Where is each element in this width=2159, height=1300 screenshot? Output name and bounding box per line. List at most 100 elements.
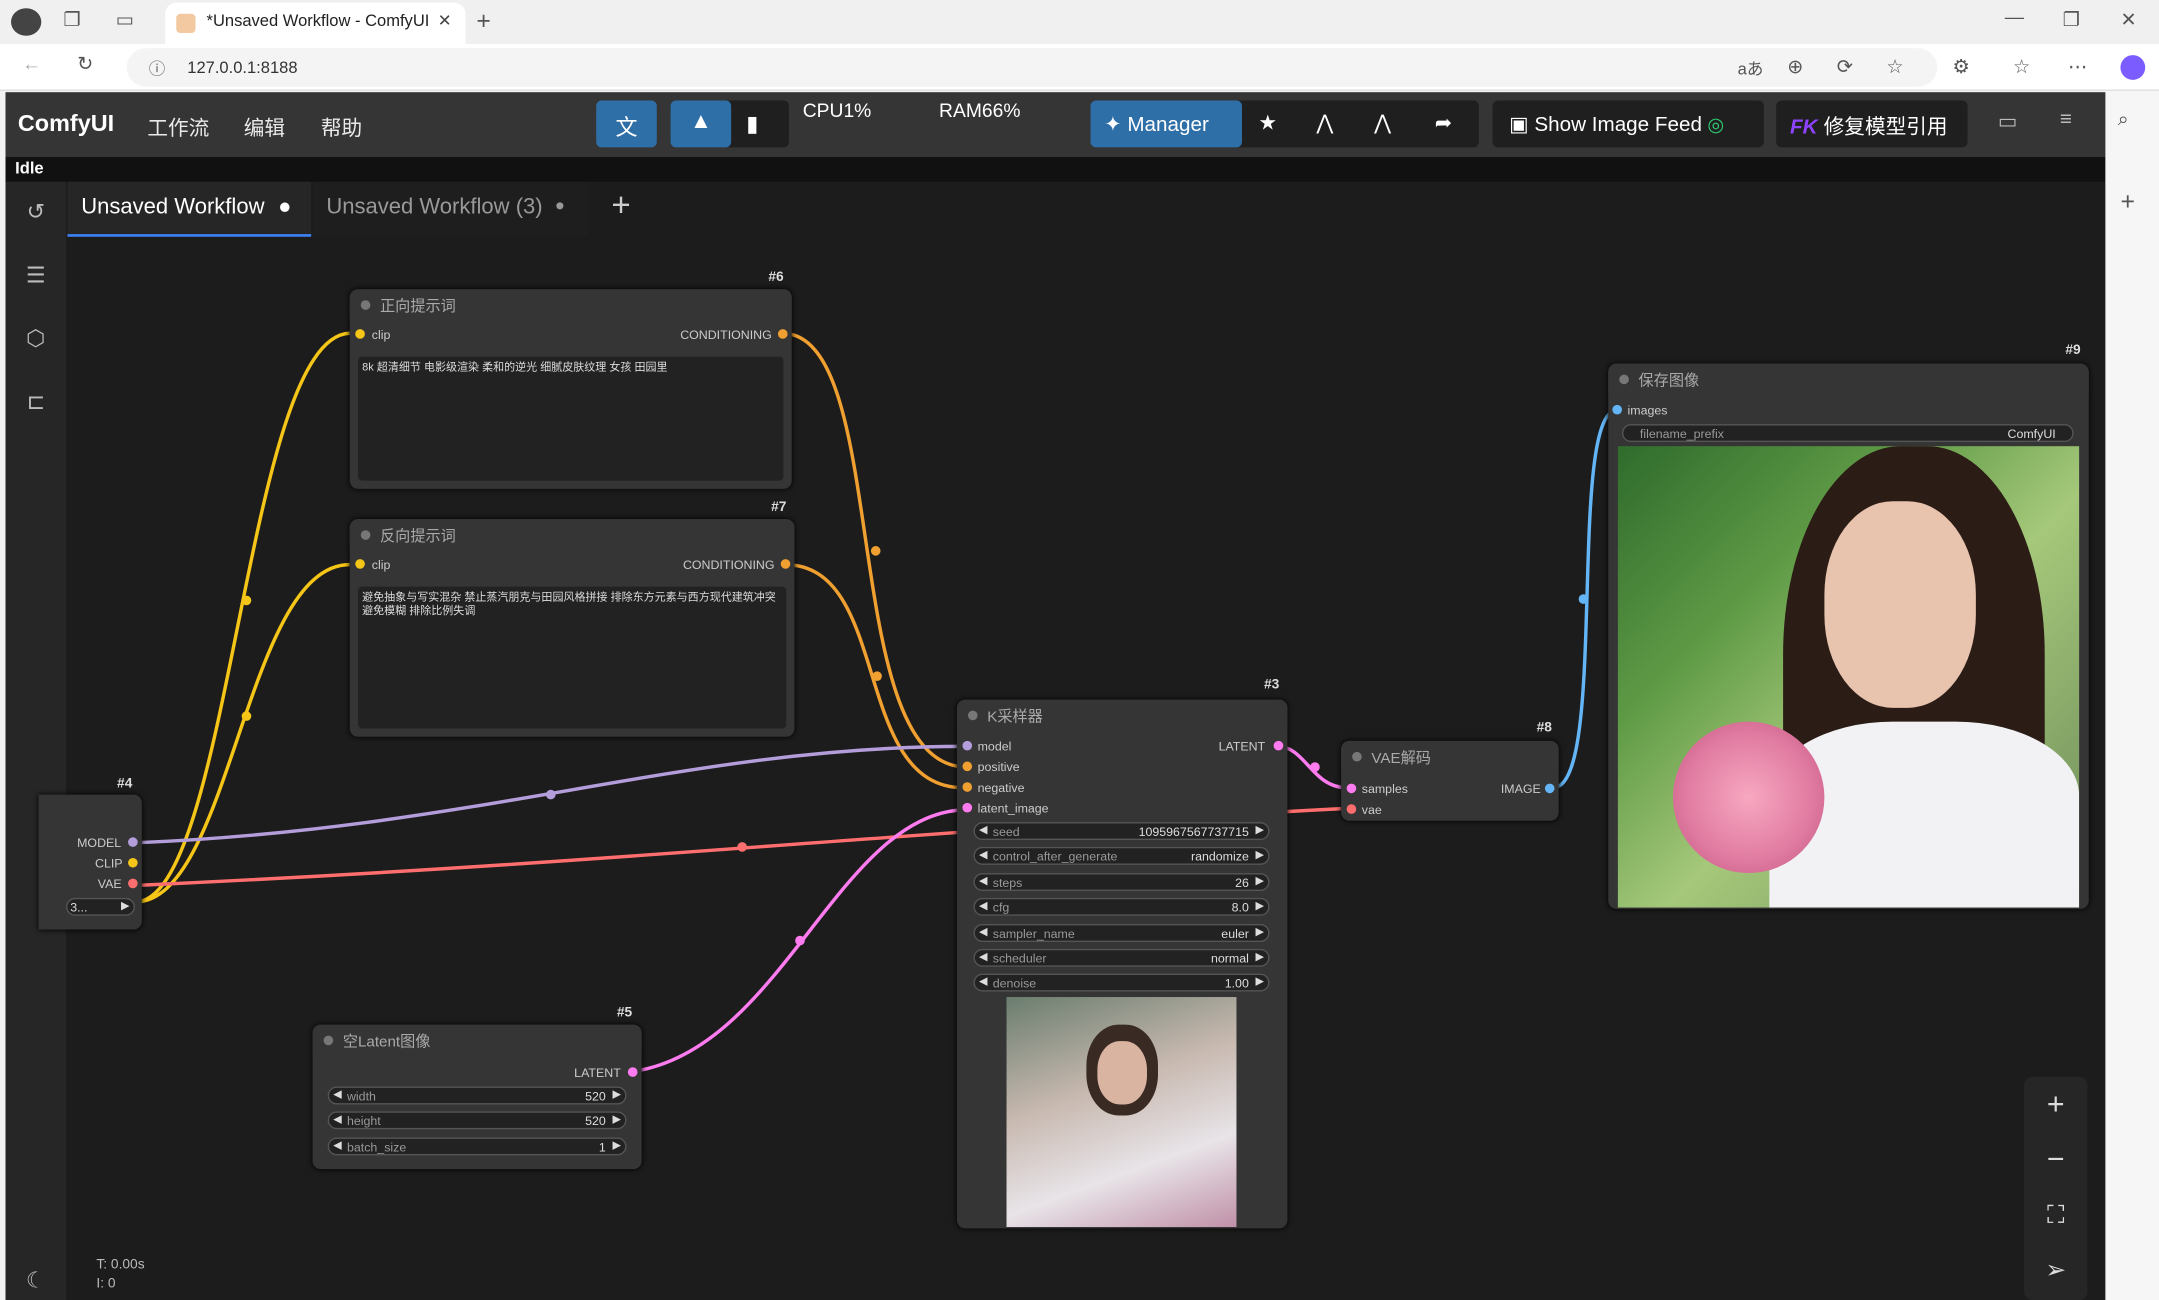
zoom-in-icon[interactable]: + (2024, 1077, 2087, 1132)
collections-icon[interactable]: ❐ (63, 8, 80, 31)
latent-input-dot[interactable] (962, 802, 973, 813)
widget-scheduler[interactable]: ◀ scheduler normal ▶ (973, 948, 1270, 967)
hamburger-icon[interactable]: ≡ (2060, 107, 2072, 130)
workflow-tab-active[interactable]: Unsaved Workflow ● (67, 181, 312, 237)
widget-steps[interactable]: ◀ steps 26 ▶ (973, 872, 1270, 891)
clip-output-dot[interactable] (128, 857, 138, 868)
widget-sampler_name[interactable]: ◀ sampler_name euler ▶ (973, 923, 1270, 942)
sync-icon[interactable]: ⟳ (1837, 55, 1853, 78)
new-workflow-tab-icon[interactable]: + (611, 187, 630, 226)
arrow-left-icon: ◀ (978, 874, 988, 887)
ckpt-name-widget[interactable]: 3... ▶ (66, 897, 135, 916)
manager-button[interactable]: ✦ Manager (1090, 100, 1242, 148)
vae-input-dot[interactable] (1346, 804, 1357, 814)
image-output-dot[interactable] (1544, 783, 1555, 794)
share-icon[interactable]: ⋀ (1316, 110, 1333, 135)
select-mode-icon[interactable]: ➢ (2024, 1242, 2087, 1297)
close-window-icon[interactable]: ✕ (2120, 8, 2136, 31)
widget-denoise[interactable]: ◀ denoise 1.00 ▶ (973, 974, 1270, 993)
latent-output-dot[interactable] (1273, 740, 1284, 751)
star-icon[interactable]: ★ (1258, 110, 1277, 135)
close-tab-icon[interactable]: ✕ (438, 11, 452, 30)
show-image-feed-button[interactable]: ▣ Show Image Feed ◎ (1492, 100, 1764, 148)
widget-control_after_generate[interactable]: ◀ control_after_generate randomize ▶ (973, 847, 1270, 866)
vae-decode-node[interactable]: VAE解码 samples vae IMAGE (1341, 740, 1559, 821)
more-icon[interactable]: ⋯ (2068, 55, 2087, 78)
favorite-icon[interactable]: ☆ (1886, 55, 1903, 78)
profile-icon[interactable] (11, 8, 42, 36)
images-input-dot[interactable] (1612, 404, 1622, 415)
read-aloud-icon[interactable]: aあ (1738, 56, 1764, 79)
widget-seed[interactable]: ◀ seed 1095967567737715 ▶ (973, 822, 1270, 841)
new-tab-icon[interactable]: + (476, 7, 490, 36)
input-label: samples (1361, 782, 1408, 796)
samples-input-dot[interactable] (1346, 783, 1357, 794)
browser-tab[interactable]: *Unsaved Workflow - ComfyUI ✕ (165, 2, 466, 45)
zoom-out-icon[interactable]: − (2024, 1132, 2087, 1187)
menu-help[interactable]: 帮助 (321, 113, 362, 142)
extensions-icon[interactable]: ⚙ (1952, 55, 1969, 78)
model-output-dot[interactable] (128, 837, 138, 847)
node-canvas[interactable]: #6 正向提示词 clip CONDITIONING 8k 超清细节 电影级渲染… (38, 236, 2106, 1300)
conditioning-output-dot[interactable] (777, 329, 788, 339)
minimize-icon[interactable]: — (2005, 6, 2024, 28)
model-input-dot[interactable] (962, 740, 973, 751)
menu-edit[interactable]: 编辑 (244, 113, 285, 142)
widget-label: scheduler (992, 951, 1047, 966)
widget-cfg[interactable]: ◀ cfg 8.0 ▶ (973, 898, 1270, 917)
site-info-icon[interactable]: ⓘ (149, 56, 166, 79)
panel-toggle-icon[interactable]: ▭ (1998, 109, 2018, 133)
history-icon[interactable]: ↺ (22, 198, 50, 226)
widget-value: ComfyUI (2007, 426, 2056, 441)
queue-list-icon[interactable]: ☰ (22, 262, 50, 290)
theme-moon-icon[interactable]: ☾ (22, 1267, 50, 1295)
sidebar-toggle-icon[interactable]: ▭ (116, 8, 134, 31)
node-id: #7 (771, 499, 787, 516)
checkpoint-loader-node[interactable]: MODEL CLIP VAE 3... ▶ (38, 794, 142, 930)
widget-height[interactable]: ◀ height 520 ▶ (327, 1111, 627, 1130)
save-image-node[interactable]: 保存图像 images filename_prefix ComfyUI (1608, 363, 2089, 909)
positive-prompt-node[interactable]: 正向提示词 clip CONDITIONING 8k 超清细节 电影级渲染 柔和… (349, 289, 792, 489)
menu-workflow[interactable]: 工作流 (147, 113, 209, 142)
time-stat: T: 0.00s (96, 1257, 145, 1273)
widget-label: control_after_generate (992, 850, 1118, 864)
copilot-icon[interactable] (2120, 55, 2146, 80)
negative-prompt-node[interactable]: 反向提示词 clip CONDITIONING 避免抽象与写实混杂 禁止蒸汽朋克… (349, 519, 795, 737)
filename-prefix-widget[interactable]: filename_prefix ComfyUI (1622, 424, 2074, 443)
restore-icon[interactable]: ❐ (2063, 8, 2080, 31)
negative-input-dot[interactable] (962, 782, 973, 792)
workflow-tab[interactable]: Unsaved Workflow (3) ● (312, 181, 588, 237)
latent-output-dot[interactable] (627, 1067, 638, 1077)
back-icon[interactable]: ← (22, 52, 41, 74)
model-library-icon[interactable]: ⬡ (22, 325, 50, 353)
share-alt-icon[interactable]: ⋀ (1374, 110, 1391, 135)
widget-width[interactable]: ◀ width 520 ▶ (327, 1086, 627, 1105)
ksampler-node[interactable]: K采样器 model positive negative latent_imag… (956, 699, 1288, 1229)
prompt-textarea[interactable]: 8k 超清细节 电影级渲染 柔和的逆光 细腻皮肤纹理 女孩 田园里 (357, 356, 784, 481)
widget-batch_size[interactable]: ◀ batch_size 1 ▶ (327, 1137, 627, 1156)
clip-input-dot[interactable] (355, 559, 365, 569)
node-title: 反向提示词 (349, 519, 795, 550)
mountain-logo-icon[interactable]: ▲ (670, 100, 732, 148)
clip-input-dot[interactable] (355, 329, 365, 339)
bookmark-icon[interactable]: ▮ (746, 110, 758, 138)
translate-icon[interactable]: 文 (596, 100, 657, 148)
conditioning-output-dot[interactable] (780, 559, 791, 569)
refresh-icon[interactable]: ↻ (77, 52, 93, 75)
fit-view-icon[interactable]: ⛶ (2024, 1187, 2087, 1242)
zoom-controls: + − ⛶ ➢ (2024, 1076, 2088, 1300)
prompt-textarea[interactable]: 避免抽象与写实混杂 禁止蒸汽朋克与田园风格拼接 排除东方元素与西方现代建筑冲突 … (357, 586, 787, 729)
add-sidebar-icon[interactable]: + (2120, 187, 2134, 216)
empty-latent-node[interactable]: 空Latent图像 LATENT ◀ width 520 ▶ ◀ height 520 ▶ ◀ b… (312, 1024, 642, 1170)
forward-icon[interactable]: ➦ (1435, 110, 1452, 135)
positive-input-dot[interactable] (962, 761, 973, 772)
arrow-right-icon: ▶ (1255, 975, 1265, 988)
fix-model-button[interactable]: FK 修复模型引用 (1776, 100, 1968, 148)
zoom-icon[interactable]: ⊕ (1787, 55, 1803, 78)
left-sidebar: ↺ ☰ ⬡ ⊏ ☾ (5, 181, 67, 1300)
url-field[interactable]: ⓘ 127.0.0.1:8188 (126, 48, 1938, 87)
favorites-list-icon[interactable]: ☆ (2013, 55, 2030, 78)
search-icon[interactable]: ⌕ (2118, 107, 2129, 130)
vae-output-dot[interactable] (128, 878, 138, 889)
folder-icon[interactable]: ⊏ (22, 388, 50, 416)
